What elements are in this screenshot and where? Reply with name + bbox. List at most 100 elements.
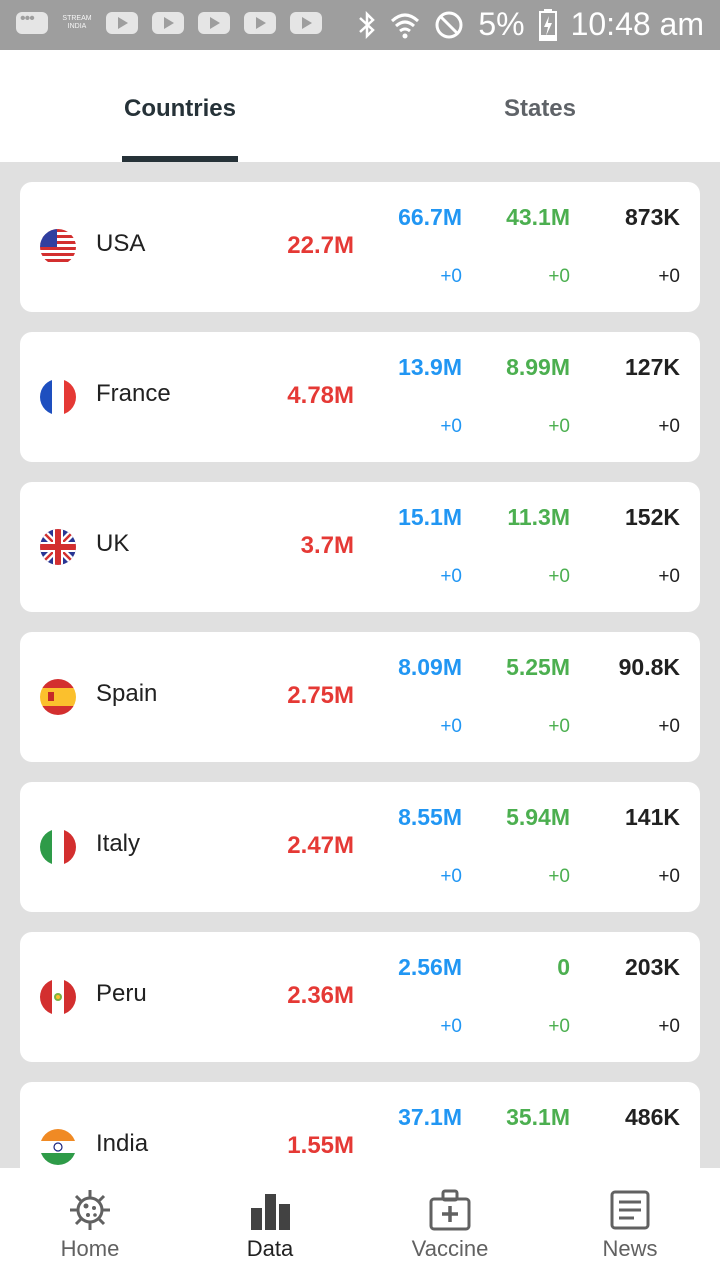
nav-vaccine[interactable]: Vaccine <box>360 1168 540 1280</box>
deaths-count: 152K <box>625 504 680 530</box>
do-not-disturb-icon <box>435 11 463 38</box>
country-name: France <box>96 380 171 407</box>
recovered-delta: +0 <box>548 416 570 437</box>
recovered-count: 35.1M <box>506 1104 570 1130</box>
bottom-navigation: Home Data Vaccine News <box>0 1168 720 1280</box>
confirmed-count: 22.7M <box>287 232 354 259</box>
youtube-icon <box>244 12 276 34</box>
recovered-delta: +0 <box>548 566 570 587</box>
active-delta: +0 <box>440 716 462 737</box>
confirmed-count: 4.78M <box>287 382 354 409</box>
recovered-delta: +0 <box>548 266 570 287</box>
nav-data-label: Data <box>246 1236 294 1261</box>
nav-news[interactable]: News <box>540 1168 720 1280</box>
usa-flag-icon <box>40 229 76 265</box>
country-card-india[interactable]: India 1.55M 37.1M 35.1M 486K <box>20 1082 700 1168</box>
active-delta: +0 <box>440 266 462 287</box>
country-name: USA <box>96 230 146 257</box>
deaths-delta: +0 <box>658 416 680 437</box>
recovered-count: 5.25M <box>506 654 570 680</box>
india-flag-icon <box>40 1129 76 1165</box>
youtube-icon <box>290 12 322 34</box>
notification-icons: STREAM INDIA <box>16 10 322 34</box>
youtube-icon <box>152 12 184 34</box>
country-name: Italy <box>96 830 141 857</box>
bluetooth-icon <box>359 10 376 39</box>
tab-states[interactable]: States <box>360 50 720 162</box>
confirmed-count: 3.7M <box>300 532 354 559</box>
confirmed-count: 1.55M <box>287 1132 354 1159</box>
active-delta: +0 <box>440 416 462 437</box>
confirmed-count: 2.47M <box>287 832 354 859</box>
deaths-count: 873K <box>625 204 680 230</box>
italy-flag-icon <box>40 829 76 865</box>
recovered-count: 5.94M <box>506 804 570 830</box>
stream-india-label: STREAM INDIA <box>62 15 92 30</box>
active-delta: +0 <box>440 866 462 887</box>
battery-percent: 5% <box>478 6 525 42</box>
nav-home[interactable]: Home <box>0 1168 180 1280</box>
active-count: 8.09M <box>398 654 462 680</box>
confirmed-count: 2.75M <box>287 682 354 709</box>
active-delta: +0 <box>440 1016 462 1037</box>
active-count: 8.55M <box>398 804 462 830</box>
country-name: UK <box>96 530 130 557</box>
deaths-delta: +0 <box>658 566 680 587</box>
deaths-count: 127K <box>625 354 680 380</box>
recovered-count: 0 <box>557 954 570 980</box>
country-card-usa[interactable]: USA 22.7M 66.7M 43.1M 873K +0 +0 +0 <box>20 182 700 312</box>
deaths-count: 203K <box>625 954 680 980</box>
country-card-italy[interactable]: Italy 2.47M 8.55M 5.94M 141K +0 +0 +0 <box>20 782 700 912</box>
deaths-delta: +0 <box>658 1016 680 1037</box>
country-card-spain[interactable]: Spain 2.75M 8.09M 5.25M 90.8K +0 +0 +0 <box>20 632 700 762</box>
medical-kit-icon <box>429 1189 471 1231</box>
virus-icon <box>70 1190 110 1230</box>
deaths-count: 486K <box>625 1104 680 1130</box>
messages-icon <box>16 10 48 34</box>
recovered-delta: +0 <box>548 1016 570 1037</box>
active-count: 2.56M <box>398 954 462 980</box>
nav-news-label: News <box>602 1236 658 1261</box>
country-card-france[interactable]: France 4.78M 13.9M 8.99M 127K +0 +0 +0 <box>20 332 700 462</box>
country-name: Spain <box>96 680 158 707</box>
confirmed-count: 2.36M <box>287 982 354 1009</box>
recovered-count: 11.3M <box>507 504 570 530</box>
clock: 10:48 am <box>570 6 704 42</box>
country-name: India <box>96 1130 149 1157</box>
active-count: 66.7M <box>398 204 462 230</box>
uk-flag-icon <box>40 529 76 565</box>
status-bar: STREAM INDIA 5% 10:48 am <box>0 0 720 50</box>
country-card-peru[interactable]: Peru 2.36M 2.56M 0 203K +0 +0 +0 <box>20 932 700 1062</box>
active-count: 13.9M <box>398 354 462 380</box>
nav-data[interactable]: Data <box>180 1168 360 1280</box>
recovered-count: 8.99M <box>506 354 570 380</box>
deaths-delta: +0 <box>658 866 680 887</box>
battery-charging-icon <box>538 8 557 41</box>
deaths-delta: +0 <box>658 266 680 287</box>
spain-flag-icon <box>40 679 76 715</box>
recovered-count: 43.1M <box>506 204 570 230</box>
deaths-count: 141K <box>625 804 680 830</box>
recovered-delta: +0 <box>548 866 570 887</box>
youtube-icon <box>106 12 138 34</box>
system-icons: 5% 10:48 am <box>358 6 704 43</box>
active-count: 37.1M <box>398 1104 462 1130</box>
deaths-delta: +0 <box>658 716 680 737</box>
country-card-uk[interactable]: UK 3.7M 15.1M 11.3M 152K +0 +0 +0 <box>20 482 700 612</box>
youtube-icon <box>198 12 230 34</box>
recovered-delta: +0 <box>548 716 570 737</box>
wifi-icon <box>391 13 420 38</box>
nav-home-label: Home <box>60 1236 120 1261</box>
peru-flag-icon <box>40 979 76 1015</box>
bar-chart-icon <box>251 1194 290 1230</box>
active-tab-indicator <box>122 156 238 162</box>
tab-bar: Countries States <box>0 50 720 162</box>
deaths-count: 90.8K <box>618 654 680 680</box>
active-count: 15.1M <box>398 504 462 530</box>
france-flag-icon <box>40 379 76 415</box>
newspaper-icon <box>610 1190 650 1230</box>
active-delta: +0 <box>440 566 462 587</box>
country-name: Peru <box>96 980 147 1007</box>
nav-vaccine-label: Vaccine <box>411 1236 489 1261</box>
tab-countries[interactable]: Countries <box>0 50 360 162</box>
